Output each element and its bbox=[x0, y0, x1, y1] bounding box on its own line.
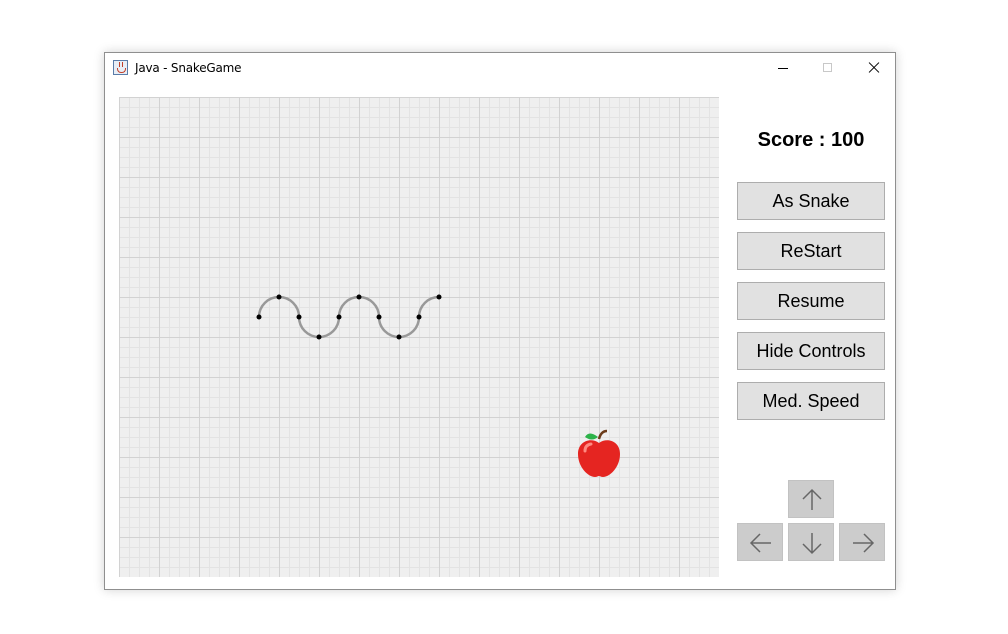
snake-joints bbox=[256, 294, 442, 340]
arrow-right-icon bbox=[853, 533, 875, 553]
snake-body bbox=[257, 295, 440, 339]
snake-segment bbox=[336, 314, 342, 320]
window-title: Java - SnakeGame bbox=[135, 61, 242, 75]
close-icon[interactable] bbox=[851, 53, 897, 83]
snake-segment bbox=[296, 314, 302, 320]
title-bar[interactable]: Java - SnakeGame bbox=[105, 53, 895, 83]
restart-button[interactable]: ReStart bbox=[737, 232, 885, 270]
as-snake-button[interactable]: As Snake bbox=[737, 182, 885, 220]
app-window: Java - SnakeGame Score : 100 As Snake Re… bbox=[104, 52, 896, 590]
snake-segment bbox=[276, 294, 282, 300]
left-button[interactable] bbox=[737, 523, 783, 561]
speed-button[interactable]: Med. Speed bbox=[737, 382, 885, 420]
up-button[interactable] bbox=[788, 480, 834, 518]
arrow-up-icon bbox=[802, 488, 822, 510]
apple-icon bbox=[578, 429, 620, 477]
snake-segment bbox=[396, 334, 402, 340]
java-icon bbox=[113, 60, 128, 75]
arrow-left-icon bbox=[749, 533, 771, 553]
snake-segment bbox=[256, 314, 262, 320]
snake-segment bbox=[316, 334, 322, 340]
snake-segment bbox=[356, 294, 362, 300]
maximize-icon[interactable] bbox=[805, 53, 851, 83]
game-canvas bbox=[256, 294, 620, 477]
arrow-down-icon bbox=[802, 533, 822, 555]
score-label: Score : 100 bbox=[757, 129, 865, 151]
game-board[interactable] bbox=[119, 97, 719, 577]
snake-segment bbox=[416, 314, 422, 320]
snake-segment bbox=[376, 314, 382, 320]
down-button[interactable] bbox=[788, 523, 834, 561]
snake-segment bbox=[436, 294, 442, 300]
resume-button[interactable]: Resume bbox=[737, 282, 885, 320]
right-button[interactable] bbox=[839, 523, 885, 561]
minimize-icon[interactable] bbox=[760, 53, 806, 83]
hide-controls-button[interactable]: Hide Controls bbox=[737, 332, 885, 370]
